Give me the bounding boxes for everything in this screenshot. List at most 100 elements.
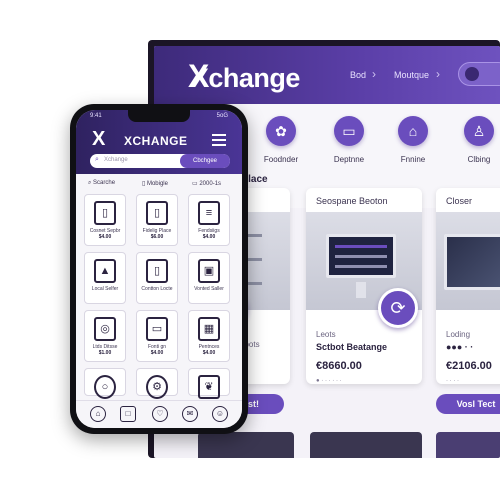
category-label: Deptnne bbox=[333, 155, 365, 164]
chevron-right-icon: › bbox=[436, 67, 440, 81]
view-button[interactable]: Vosl Tect bbox=[436, 394, 500, 414]
grid-tile[interactable]: ▯ Fidelig Place $6.00 bbox=[136, 194, 178, 246]
desktop-header: XXchange Bod › Moutque › bbox=[154, 46, 500, 104]
phone-logo-text[interactable]: XCHANGE bbox=[124, 134, 188, 148]
logo-text: Xchange bbox=[190, 63, 301, 93]
printer-icon: ▭ bbox=[146, 317, 168, 341]
phone-icon: ▯ bbox=[94, 201, 116, 225]
grid-tile[interactable]: ○ bbox=[84, 368, 126, 399]
food-icon: ✿ bbox=[266, 116, 296, 146]
product-image bbox=[436, 212, 500, 310]
product-thumbnail[interactable] bbox=[198, 432, 294, 458]
watch-icon: ○ bbox=[94, 375, 116, 399]
monitor-stand bbox=[356, 282, 366, 298]
category-label: Fnnine bbox=[400, 155, 426, 164]
heart-icon[interactable]: ♡ bbox=[152, 406, 168, 422]
tile-price: $4.00 bbox=[98, 234, 112, 240]
home-icon[interactable]: ⌂ bbox=[90, 406, 106, 422]
tab-search[interactable]: ⌕ Scarche bbox=[88, 180, 115, 187]
truck-icon: ▣ bbox=[198, 259, 220, 283]
tile-name: Contton Locte bbox=[141, 286, 173, 292]
tile-name: Vonted Saller bbox=[194, 286, 224, 292]
tile-price: $4.00 bbox=[202, 234, 216, 240]
category-clothing[interactable]: ♙ Clbing bbox=[444, 116, 500, 164]
screen-line bbox=[335, 265, 387, 268]
tile-price: $4.00 bbox=[202, 350, 216, 356]
tile-price: $6.00 bbox=[150, 234, 164, 240]
phone-device: 9:41 5oG X XCHANGE ⌕ Xchange Cbchgee ⌕ S… bbox=[70, 104, 248, 434]
category-food[interactable]: ✿ Foodnder bbox=[246, 116, 316, 164]
grid-tile[interactable]: ▣ Vonted Saller bbox=[188, 252, 230, 304]
tab-mobile[interactable]: ▯ Mobigle bbox=[142, 180, 168, 187]
card-subtitle: Loding bbox=[446, 330, 471, 339]
tile-name: Local Selfer bbox=[91, 286, 119, 292]
grid-tile[interactable]: ▲ Local Selfer bbox=[84, 252, 126, 304]
grid-tile[interactable]: ⚙ bbox=[136, 368, 178, 399]
tile-price: $4.00 bbox=[150, 350, 164, 356]
product-card[interactable]: Seospane Beoton ⟳ Leots Sctbot Beatange … bbox=[306, 188, 422, 384]
grid-tile[interactable]: ❦ bbox=[188, 368, 230, 399]
grid-tile[interactable]: ≡ Fendsiigs $4.00 bbox=[188, 194, 230, 246]
card-name: Sctbot Beatange bbox=[316, 342, 388, 352]
frame-icon: ▦ bbox=[198, 317, 220, 341]
monitor-shape bbox=[326, 234, 396, 278]
devices-icon: ▭ bbox=[334, 116, 364, 146]
bag-icon[interactable]: □ bbox=[120, 406, 136, 422]
product-thumbnail[interactable] bbox=[310, 432, 422, 458]
search-icon bbox=[465, 67, 479, 81]
phone-logo-mark: X bbox=[92, 128, 106, 150]
product-card[interactable]: Closer Loding ●●● · · €2106.00 · · · · bbox=[436, 188, 500, 384]
card-title: Closer bbox=[446, 196, 473, 206]
grid-tile[interactable]: ▯ Contton Locte bbox=[136, 252, 178, 304]
card-rating: ●●● · · bbox=[446, 342, 474, 352]
desktop-search-pill[interactable] bbox=[458, 62, 500, 86]
grid-tile[interactable]: ▯ Cosnet Sepbr $4.00 bbox=[84, 194, 126, 246]
phone-screen: 9:41 5oG X XCHANGE ⌕ Xchange Cbchgee ⌕ S… bbox=[76, 110, 242, 428]
card-title: Seospane Beoton bbox=[316, 196, 388, 206]
chat-icon[interactable]: ✉ bbox=[182, 406, 198, 422]
book-icon: ≡ bbox=[198, 201, 220, 225]
card-meta: · · · · bbox=[446, 378, 459, 384]
swap-badge-icon[interactable]: ⟳ bbox=[378, 288, 418, 328]
card-subtitle: Leots bbox=[316, 330, 336, 339]
product-thumbnail[interactable] bbox=[436, 432, 500, 458]
screen-line bbox=[335, 245, 387, 248]
phone-icon: ▯ bbox=[146, 259, 168, 283]
hamburger-menu-icon[interactable] bbox=[212, 134, 226, 149]
phone-filter-tabs: ⌕ Scarche ▯ Mobigle ▭ 2000-1s bbox=[82, 178, 236, 192]
monitor-shape bbox=[444, 234, 500, 290]
car-icon: ▲ bbox=[94, 259, 116, 283]
profile-icon[interactable]: ☺ bbox=[212, 406, 228, 422]
category-label: Foodnder bbox=[263, 155, 299, 164]
tablet-icon: ▯ bbox=[146, 201, 168, 225]
furniture-icon: ⌂ bbox=[398, 116, 428, 146]
status-signal: 5oG bbox=[216, 113, 228, 119]
category-furniture[interactable]: ⌂ Fnnine bbox=[378, 116, 448, 164]
plant-icon: ❦ bbox=[198, 375, 220, 399]
tab-range[interactable]: ▭ 2000-1s bbox=[192, 180, 221, 187]
category-label: Clbing bbox=[467, 155, 491, 164]
phone-notch bbox=[128, 110, 190, 122]
tile-price: $1.00 bbox=[98, 350, 112, 356]
search-button[interactable]: Cbchgee bbox=[180, 154, 230, 168]
phone-search-bar[interactable]: ⌕ Xchange Cbchgee bbox=[90, 154, 230, 168]
grid-tile[interactable]: ▦ Pentnces $4.00 bbox=[188, 310, 230, 362]
category-devices[interactable]: ▭ Deptnne bbox=[314, 116, 384, 164]
chevron-right-icon: › bbox=[372, 67, 376, 81]
desktop-logo[interactable]: XXchange bbox=[188, 58, 300, 95]
status-time: 9:41 bbox=[90, 113, 102, 119]
phone-bottom-nav: ⌂ □ ♡ ✉ ☺ bbox=[76, 400, 242, 428]
camera-icon: ◎ bbox=[94, 317, 116, 341]
breadcrumb-item-2[interactable]: Moutque bbox=[394, 70, 429, 80]
search-icon: ⌕ bbox=[95, 156, 99, 163]
card-price: €2106.00 bbox=[446, 360, 492, 372]
card-meta: ● · · · · · · bbox=[316, 378, 342, 384]
grid-tile[interactable]: ◎ Ltds Ditsse $1.00 bbox=[84, 310, 126, 362]
clothing-icon: ♙ bbox=[464, 116, 494, 146]
search-placeholder: Xchange bbox=[104, 157, 128, 163]
grid-tile[interactable]: ▭ Fonti gn $4.00 bbox=[136, 310, 178, 362]
card-price: €8660.00 bbox=[316, 360, 362, 372]
breadcrumb-item-1[interactable]: Bod bbox=[350, 70, 366, 80]
gear-icon: ⚙ bbox=[146, 375, 168, 399]
screen-line bbox=[335, 255, 387, 258]
